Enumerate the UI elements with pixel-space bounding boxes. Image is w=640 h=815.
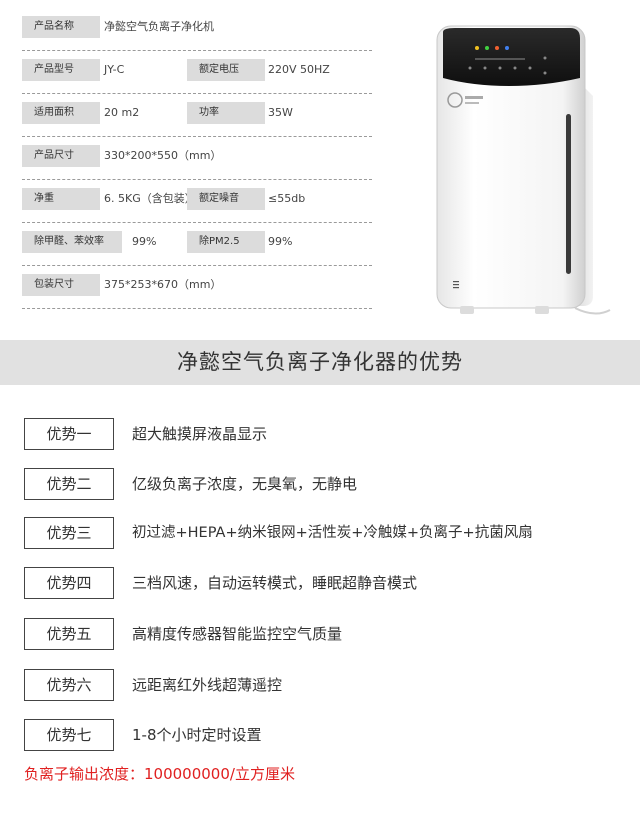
advantage-badge: 优势三 <box>24 517 114 549</box>
spec-label: 产品型号 <box>22 59 100 81</box>
spec-value: 330*200*550（mm） <box>104 149 222 162</box>
spec-row-area: 适用面积 20 m2 功率 35W <box>22 94 372 137</box>
advantage-text: 远距离红外线超薄遥控 <box>132 676 283 694</box>
advantage-badge: 优势四 <box>24 567 114 599</box>
spec-label: 功率 <box>187 102 265 124</box>
spec-label: 产品尺寸 <box>22 145 100 167</box>
spec-value: 20 m2 <box>104 106 140 119</box>
advantage-badge: 优势六 <box>24 669 114 701</box>
spec-value: 220V 50HZ <box>268 63 330 76</box>
spec-row-product-name: 产品名称 净懿空气负离子净化机 <box>22 8 372 51</box>
air-purifier-image <box>425 18 615 328</box>
spec-value: 99% <box>132 235 157 248</box>
advantage-badge: 优势五 <box>24 618 114 650</box>
spec-row-efficiency: 除甲醛、苯效率 99% 除PM2.5 99% <box>22 223 372 266</box>
advantage-item: 优势七 1-8个小时定时设置 <box>24 719 624 751</box>
advantage-badge: 优势七 <box>24 719 114 751</box>
spec-value: JY-C <box>104 63 125 76</box>
advantage-text: 1-8个小时定时设置 <box>132 726 262 744</box>
dashed-divider <box>22 308 372 309</box>
spec-label: 净重 <box>22 188 100 210</box>
advantage-item: 优势四 三档风速，自动运转模式，睡眠超静音模式 <box>24 567 624 599</box>
spec-label: 产品名称 <box>22 16 100 38</box>
advantage-item: 优势三 初过滤+HEPA+纳米银网+活性炭+冷触媒+负离子+抗菌风扇 <box>24 517 624 549</box>
spec-row-model: 产品型号 JY-C 额定电压 220V 50HZ <box>22 51 372 94</box>
spec-value: 6. 5KG（含包装） <box>104 192 196 205</box>
spec-value: 375*253*670（mm） <box>104 278 222 291</box>
spec-value: ≤55db <box>268 192 306 205</box>
spec-row-size: 产品尺寸 330*200*550（mm） <box>22 137 372 180</box>
advantage-badge: 优势一 <box>24 418 114 450</box>
advantage-item: 优势一 超大触摸屏液晶显示 <box>24 418 624 450</box>
advantage-item: 优势六 远距离红外线超薄遥控 <box>24 669 624 701</box>
spec-label: 包装尺寸 <box>22 274 100 296</box>
air-purifier-illustration <box>436 25 611 315</box>
advantage-text: 三档风速，自动运转模式，睡眠超静音模式 <box>132 574 418 592</box>
spec-label: 额定电压 <box>187 59 265 81</box>
spec-label: 适用面积 <box>22 102 100 124</box>
advantage-text: 初过滤+HEPA+纳米银网+活性炭+冷触媒+负离子+抗菌风扇 <box>132 525 533 541</box>
ion-concentration-note: 负离子输出浓度：100000000/立方厘米 <box>24 765 295 783</box>
section-title: 净懿空气负离子净化器的优势 <box>0 340 640 385</box>
advantage-badge: 优势二 <box>24 468 114 500</box>
advantage-item: 优势二 亿级负离子浓度，无臭氧，无静电 <box>24 468 624 500</box>
spec-row-weight: 净重 6. 5KG（含包装） 额定噪音 ≤55db <box>22 180 372 223</box>
spec-label: 除PM2.5 <box>187 231 265 253</box>
advantage-text: 亿级负离子浓度，无臭氧，无静电 <box>132 475 358 493</box>
spec-label: 额定噪音 <box>187 188 265 210</box>
advantage-text: 超大触摸屏液晶显示 <box>132 425 268 443</box>
advantage-item: 优势五 高精度传感器智能监控空气质量 <box>24 618 624 650</box>
spec-row-package: 包装尺寸 375*253*670（mm） <box>22 266 372 309</box>
spec-label: 除甲醛、苯效率 <box>22 231 122 253</box>
spec-value: 净懿空气负离子净化机 <box>104 20 214 33</box>
advantage-text: 高精度传感器智能监控空气质量 <box>132 625 343 643</box>
spec-value: 35W <box>268 106 293 119</box>
spec-value: 99% <box>268 235 293 248</box>
